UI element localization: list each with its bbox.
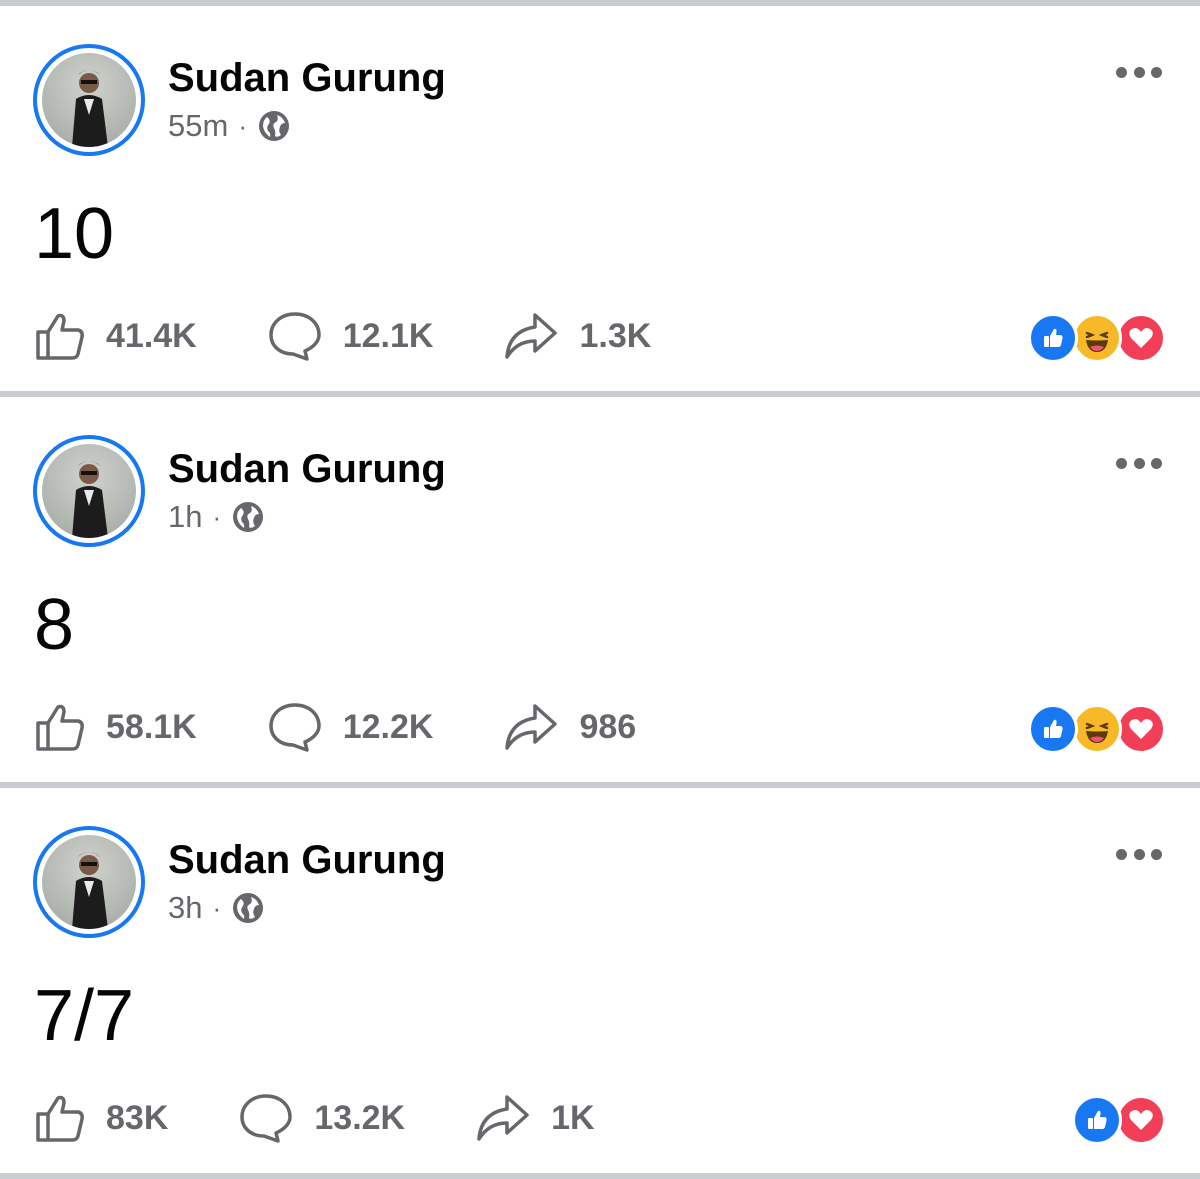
feed-post: Sudan Gurung 55m · 10 41.4K 12.1K 1.3K xyxy=(0,6,1200,391)
like-count: 41.4K xyxy=(106,316,197,355)
post-meta: 55m · xyxy=(168,108,291,144)
post-timestamp[interactable]: 3h xyxy=(168,890,202,926)
share-count: 1.3K xyxy=(579,316,652,355)
post-author[interactable]: Sudan Gurung xyxy=(168,56,446,101)
profile-photo xyxy=(42,53,136,147)
love-reaction-icon xyxy=(1116,704,1166,754)
share-button[interactable]: 986 xyxy=(503,702,636,752)
comment-icon xyxy=(240,1094,293,1143)
post-text: 10 xyxy=(34,194,115,274)
thumbs-up-icon xyxy=(36,704,84,751)
like-button[interactable]: 58.1K xyxy=(34,701,197,753)
like-button[interactable]: 83K xyxy=(34,1092,168,1144)
love-reaction-icon xyxy=(1116,313,1166,363)
share-icon xyxy=(505,704,558,750)
more-options-icon[interactable] xyxy=(1116,844,1162,864)
like-reaction-icon xyxy=(1072,1095,1122,1145)
globe-icon xyxy=(233,502,264,532)
reactions-summary[interactable] xyxy=(1028,313,1166,363)
feed-post: Sudan Gurung 1h · 8 58.1K 12.2K 986 xyxy=(0,397,1200,782)
post-actions: 58.1K 12.2K 986 xyxy=(34,697,706,757)
globe-icon xyxy=(233,893,264,923)
feed-post: Sudan Gurung 3h · 7/7 83K 13.2K 1K xyxy=(0,788,1200,1173)
thumbs-up-icon xyxy=(36,313,84,360)
reactions-summary[interactable] xyxy=(1028,704,1166,754)
comment-count: 12.1K xyxy=(342,316,434,355)
meta-separator: · xyxy=(212,892,222,923)
bottom-divider xyxy=(0,1173,1200,1179)
share-button[interactable]: 1K xyxy=(475,1093,595,1143)
profile-photo xyxy=(42,444,136,538)
share-icon xyxy=(477,1095,529,1141)
more-options-icon[interactable] xyxy=(1116,453,1162,473)
comment-button[interactable]: 12.1K xyxy=(267,310,434,362)
share-count: 1K xyxy=(551,1098,595,1137)
post-author[interactable]: Sudan Gurung xyxy=(168,838,446,883)
like-reaction-icon xyxy=(1028,704,1078,754)
post-timestamp[interactable]: 1h xyxy=(168,499,202,535)
post-actions: 41.4K 12.1K 1.3K xyxy=(34,306,721,366)
comment-button[interactable]: 13.2K xyxy=(238,1092,405,1144)
post-text: 7/7 xyxy=(34,976,135,1056)
avatar[interactable] xyxy=(33,435,145,547)
haha-reaction-icon xyxy=(1072,313,1122,363)
like-count: 83K xyxy=(106,1098,169,1137)
like-button[interactable]: 41.4K xyxy=(34,310,197,362)
share-button[interactable]: 1.3K xyxy=(503,311,651,361)
post-meta: 1h · xyxy=(168,499,265,535)
comment-count: 13.2K xyxy=(314,1098,406,1137)
meta-separator: · xyxy=(238,110,247,141)
profile-photo xyxy=(42,835,136,929)
comment-button[interactable]: 12.2K xyxy=(267,701,434,753)
post-author[interactable]: Sudan Gurung xyxy=(168,447,446,492)
post-meta: 3h · xyxy=(168,890,265,926)
avatar[interactable] xyxy=(33,44,145,156)
thumbs-up-icon xyxy=(36,1095,84,1142)
post-timestamp[interactable]: 55m xyxy=(168,108,228,144)
like-count: 58.1K xyxy=(106,707,197,746)
globe-icon xyxy=(258,111,289,141)
avatar[interactable] xyxy=(33,826,145,938)
comment-count: 12.2K xyxy=(342,707,434,746)
meta-separator: · xyxy=(212,501,222,532)
more-options-icon[interactable] xyxy=(1116,62,1162,82)
comment-icon xyxy=(268,312,321,361)
share-icon xyxy=(505,313,558,359)
share-count: 986 xyxy=(579,707,637,746)
haha-reaction-icon xyxy=(1072,704,1122,754)
love-reaction-icon xyxy=(1116,1095,1166,1145)
like-reaction-icon xyxy=(1028,313,1078,363)
comment-icon xyxy=(268,703,321,752)
post-actions: 83K 13.2K 1K xyxy=(34,1088,665,1148)
reactions-summary[interactable] xyxy=(1072,1095,1166,1145)
post-text: 8 xyxy=(34,585,75,665)
